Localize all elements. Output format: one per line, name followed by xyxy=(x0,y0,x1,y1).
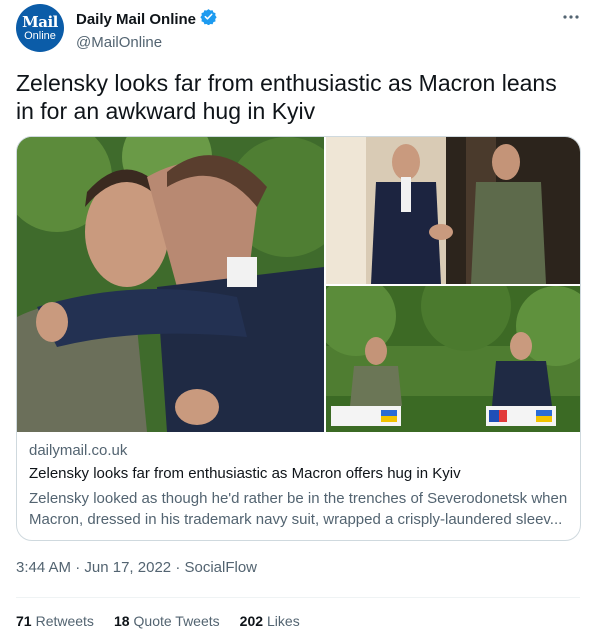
likes-stat[interactable]: 202 Likes xyxy=(240,613,300,629)
retweets-count: 71 xyxy=(16,613,32,629)
verified-badge-icon xyxy=(200,8,217,30)
divider xyxy=(16,597,580,598)
card-media[interactable] xyxy=(17,137,580,432)
meta-separator: · xyxy=(75,559,81,576)
author-display-name[interactable]: Daily Mail Online xyxy=(76,11,196,28)
tweet-source[interactable]: SocialFlow xyxy=(184,559,257,576)
tweet-time[interactable]: 3:44 AM xyxy=(16,559,71,576)
photo-handshake[interactable] xyxy=(326,137,580,284)
avatar[interactable]: Mail Online xyxy=(16,4,64,52)
retweets-stat[interactable]: 71 Retweets xyxy=(16,613,94,629)
quote-tweets-count: 18 xyxy=(113,613,130,629)
likes-count: 202 xyxy=(239,613,264,629)
photo-hug[interactable] xyxy=(17,137,324,432)
tweet-meta: 3:44 AM · Jun 17, 2022 · SocialFlow xyxy=(16,559,257,576)
meta-separator: · xyxy=(175,559,181,576)
avatar-text-line1: Mail xyxy=(22,12,58,31)
avatar-text-line2: Online xyxy=(24,29,56,42)
tweet-date[interactable]: Jun 17, 2022 xyxy=(84,559,171,576)
link-card[interactable]: dailymail.co.uk Zelensky looks far from … xyxy=(16,136,581,541)
engagement-stats: 71 Retweets 18 Quote Tweets 202 Likes xyxy=(16,613,300,629)
card-domain: dailymail.co.uk xyxy=(29,442,128,459)
quote-tweets-stat[interactable]: 18 Quote Tweets xyxy=(114,613,220,629)
card-description: Zelensky looked as though he'd rather be… xyxy=(29,490,568,528)
card-body: dailymail.co.uk Zelensky looks far from … xyxy=(29,442,569,530)
likes-label: Likes xyxy=(267,613,300,629)
photo-press-conference[interactable] xyxy=(326,286,580,432)
card-title: Zelensky looks far from enthusiastic as … xyxy=(29,465,461,482)
quote-tweets-label: Quote Tweets xyxy=(133,613,220,629)
retweets-label: Retweets xyxy=(35,613,94,629)
author-handle[interactable]: @MailOnline xyxy=(76,34,217,51)
tweet-text: Zelensky looks far from enthusiastic as … xyxy=(16,70,557,124)
more-horizontal-icon[interactable] xyxy=(562,8,580,31)
author-block: Daily Mail Online @MailOnline xyxy=(76,8,217,51)
